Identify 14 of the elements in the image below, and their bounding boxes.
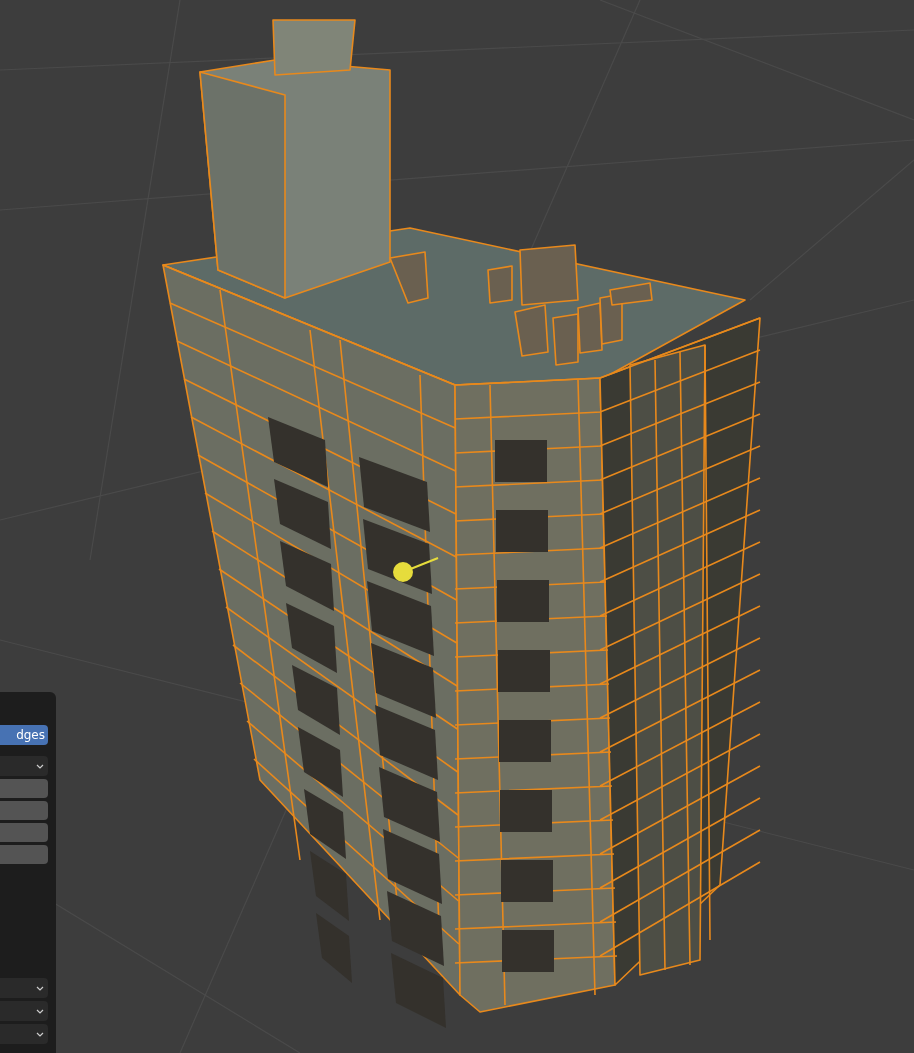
dropdown[interactable] [0,756,48,776]
chevron-icon [36,763,44,769]
chevron-icon [36,1008,44,1014]
edges-button[interactable]: dges [0,725,48,745]
dropdown[interactable] [0,1024,48,1044]
light-icon [393,557,439,582]
chevron-icon [36,985,44,991]
chevron-icon [36,1031,44,1037]
input-field[interactable] [0,779,48,798]
input-field[interactable] [0,823,48,842]
input-field[interactable] [0,801,48,820]
dropdown[interactable] [0,978,48,998]
input-field[interactable] [0,845,48,864]
dropdown[interactable] [0,1001,48,1021]
